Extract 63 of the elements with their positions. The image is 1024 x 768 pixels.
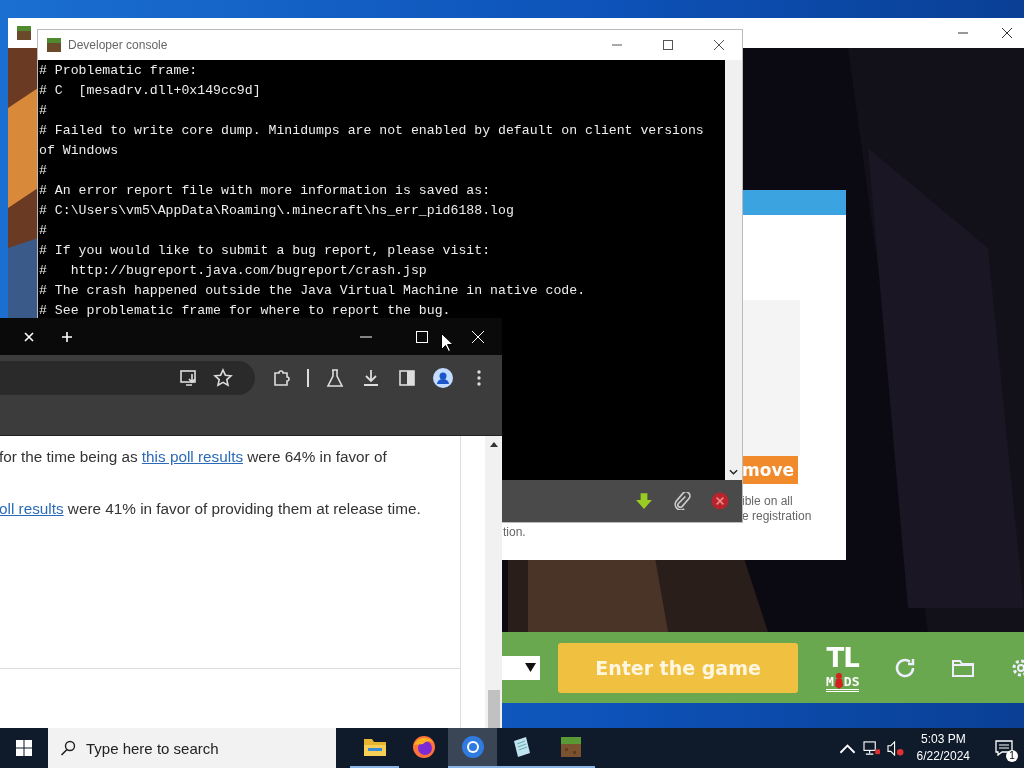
download-icon[interactable] [361,367,381,388]
chevron-down-icon[interactable] [729,469,738,475]
console-line: # http://bugreport.java.com/bugreport/crash.jsp [39,262,428,280]
search-icon [60,740,76,756]
address-bar[interactable] [0,360,255,395]
dialog-text: ible on all [742,494,794,509]
notification-badge: 1 [1006,750,1018,762]
taskbar-app[interactable] [448,728,497,768]
install-app-icon[interactable] [179,367,199,388]
maximize-icon[interactable] [663,40,673,50]
windows-start-icon[interactable] [16,740,32,756]
flask-icon[interactable] [325,367,345,388]
console-line: # The crash happened outside the Java Virtual Machine in native code. [39,282,587,300]
browser-icon [460,735,485,759]
cursor-icon [441,333,453,352]
console-line: # If you would like to submit a bug report, please visit: [39,242,492,260]
extensions-icon[interactable] [271,367,291,388]
scrollbar[interactable] [725,60,742,480]
console-line: # See problematic frame for where to report the bug. [39,302,452,320]
search-field[interactable]: Type here to search [48,728,336,768]
window-title: Developer console [68,38,168,52]
paragraph: for the time being as this poll results were 64% in favor of [0,447,388,467]
volume-muted-icon[interactable] [886,740,904,756]
dialog-text: tion. [503,525,526,539]
close-circle-icon[interactable] [711,492,729,510]
poll-results-link[interactable]: oll results [0,500,64,517]
scrollbar[interactable] [485,436,502,728]
date-text: 6/22/2024 [916,748,970,765]
download-arrow-icon[interactable] [635,492,653,510]
logo-text: M [826,673,834,689]
console-line: of Windows [39,142,120,160]
console-line: # [39,222,48,240]
clock[interactable]: 5:03 PM 6/22/2024 [916,731,970,765]
console-line: # C [mesadrv.dll+0x149cc9d] [39,82,262,100]
console-line: # Problematic frame: [39,62,199,80]
logo-text: TL [826,643,859,673]
paperclip-icon[interactable] [673,492,691,510]
version-dropdown[interactable] [502,655,540,680]
figure-icon [834,673,843,689]
close-icon[interactable] [714,40,724,50]
grass-block-icon [46,37,62,53]
logo-text: DS [843,673,860,689]
console-line: # Failed to write core dump. Minidumps are not enabled by default on client versions [39,122,705,140]
new-tab-icon[interactable] [62,331,72,342]
scroll-thumb[interactable] [487,690,500,728]
network-icon[interactable] [862,740,880,756]
dialog-text: e registration [742,509,812,524]
console-line: # [39,102,48,120]
time-text: 5:03 PM [920,731,966,748]
console-line: # An error report file with more information is saved as: [39,182,492,200]
bookmark-star-icon[interactable] [213,367,233,388]
console-line: # C:\Users\vm5\AppData\Roaming\.minecraft\hs_err_pid6188.log [39,202,515,220]
poll-results-link[interactable]: this poll results [141,448,244,465]
grass-block-icon [16,25,32,41]
console-line: # [39,162,48,180]
close-icon[interactable] [1002,28,1012,38]
grass-block-icon [558,735,583,759]
caret-icon [525,663,536,672]
scroll-up-icon[interactable] [489,442,498,447]
paragraph: oll results were 41% in favor of providing them at release time. [0,499,422,519]
fox-globe-icon [411,735,436,759]
side-panel-icon[interactable] [397,367,417,388]
profile-icon[interactable] [433,367,453,388]
